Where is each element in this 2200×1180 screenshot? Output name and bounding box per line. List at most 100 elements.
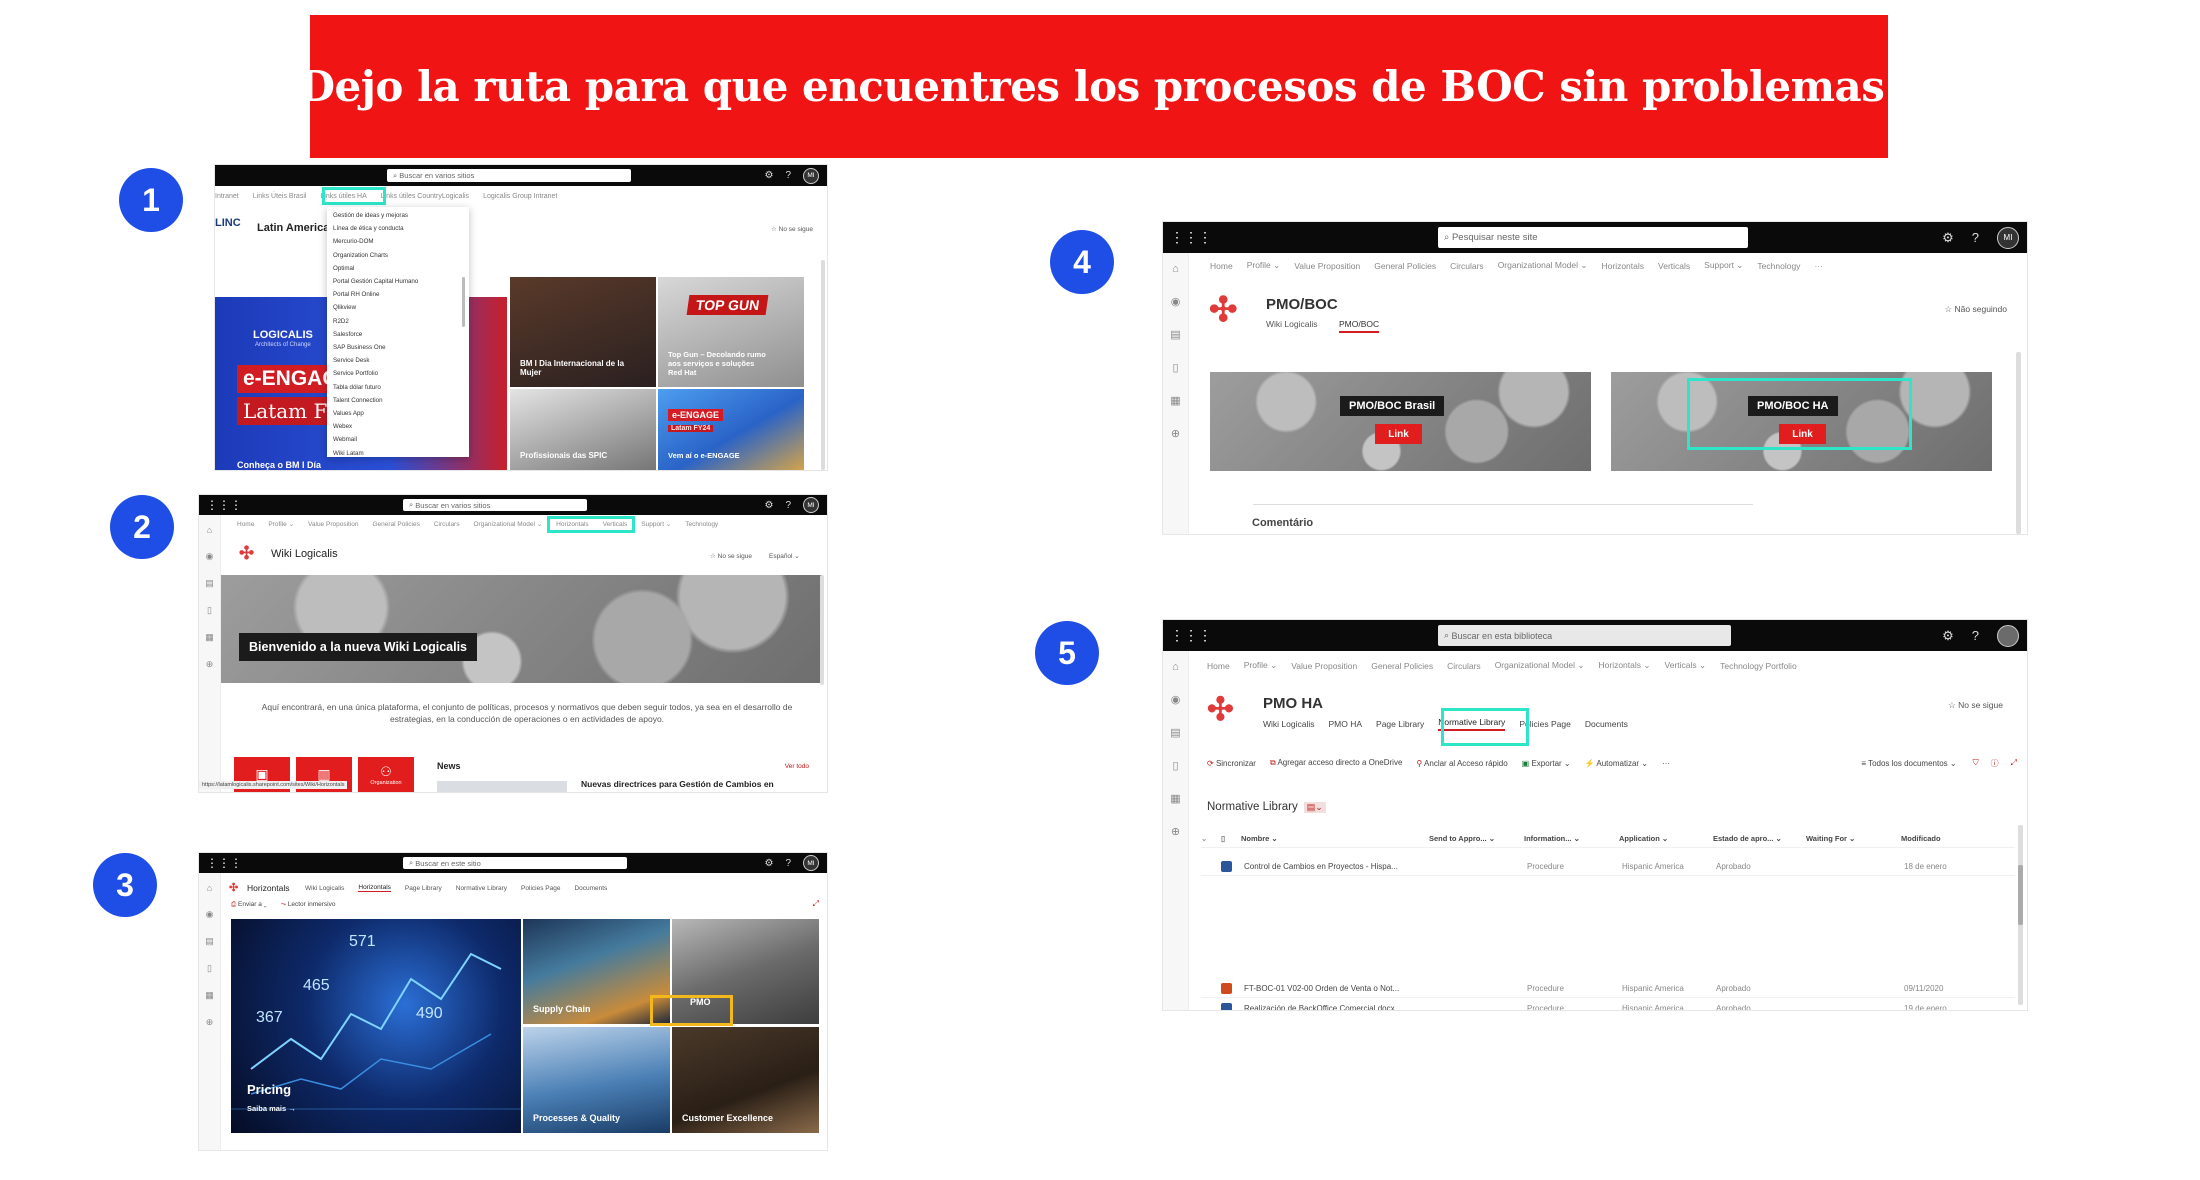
list-icon[interactable]: ▦ [205,632,214,643]
quick-link-tile-organization[interactable]: ⚇ Organization [358,757,414,792]
search-input[interactable]: ⌕ Buscar en este sitio [403,857,627,869]
col-header[interactable]: Modificado [1901,834,1941,843]
export-button[interactable]: ▣ Exportar ⌄ [1522,759,1571,768]
news-tile[interactable]: BM I Dia Internacional de la Mujer [510,277,656,387]
nav-item[interactable]: Documents [1585,719,1628,729]
dropdown-item[interactable]: Qlikview [333,301,463,314]
sync-button[interactable]: ⟳ Sincronizar [1207,759,1256,768]
view-selector[interactable]: ≡ Todos los documentos ⌄ [1861,759,1956,768]
dropdown-item[interactable]: Línea de ética y conducta [333,222,463,235]
dropdown-item[interactable]: Tabla dólar futuro [333,381,463,394]
nav-item[interactable]: Circulars [1450,261,1484,271]
nav-item[interactable]: Technology Portfolio [1720,661,1797,671]
nav-item[interactable]: Wiki Logicalis [1263,719,1315,729]
news-tile[interactable]: e-ENGAGE Latam FY24 Vem aí o e-ENGAGE [658,389,804,470]
dropdown-item[interactable]: Webmail [333,433,463,446]
follow-button[interactable]: ☆ No se sigue [710,552,752,560]
nav-item[interactable]: Verticals [1658,261,1690,271]
nav-item[interactable]: Organizational Model ⌄ [1495,660,1585,671]
dropdown-item[interactable]: R2D2 [333,315,463,328]
table-row[interactable]: Control de Cambios en Proyectos - Hispa.… [1201,858,2015,876]
page-scrollbar[interactable] [2016,352,2021,534]
nav-item[interactable]: Support ⌄ [641,520,671,528]
filter-icon[interactable]: ⛉ [1973,758,1979,768]
dropdown-scrollbar[interactable] [462,277,465,327]
follow-button[interactable]: ☆ No se sigue [1948,700,2003,711]
col-header[interactable]: Application ⌄ [1619,834,1713,843]
subnav-item[interactable]: Wiki Logicalis [1266,319,1318,329]
app-launcher-icon[interactable]: ⋮⋮⋮ [206,498,242,512]
subnav-item-active[interactable]: PMO/BOC [1339,319,1380,333]
dropdown-item[interactable]: Salesforce [333,328,463,341]
col-header[interactable]: Information... ⌄ [1524,834,1619,843]
dropdown-item[interactable]: Service Portfolio [333,367,463,380]
nav-item[interactable]: Home [1207,661,1230,671]
table-row[interactable]: FT-BOC-01 V02-00 Orden de Venta o Not...… [1201,980,2015,998]
see-all-link[interactable]: Ver todo [785,763,809,770]
help-icon[interactable]: ? [785,170,791,181]
dropdown-item[interactable]: Optimal [333,262,463,275]
nav-item[interactable]: General Policies [1371,661,1433,671]
gear-icon[interactable]: ⚙ [764,858,773,869]
expand-icon[interactable]: ⤢ [813,899,819,909]
nav-item[interactable]: Intranet [215,193,239,200]
col-header[interactable]: Send to Appro... ⌄ [1429,834,1524,843]
feed-icon[interactable]: ▤ [1170,328,1180,341]
news-thumbnail[interactable] [437,781,567,792]
immersive-reader-button[interactable]: ⤳ Lector inmersivo [281,901,336,909]
doc-icon[interactable]: ▯ [207,963,212,974]
search-input[interactable]: ⌕ Buscar en esta biblioteca [1438,625,1731,646]
add-icon[interactable]: ⊕ [1171,427,1180,440]
file-type-icon[interactable]: ▯ [1221,834,1241,843]
tile-more-link[interactable]: Saiba mais → [247,1104,296,1113]
language-selector[interactable]: Español ⌄ [769,552,800,560]
doc-icon[interactable]: ▯ [207,605,212,616]
globe-icon[interactable]: ◉ [206,909,214,920]
expand-icon[interactable]: ⤢ [2011,758,2017,768]
gear-icon[interactable]: ⚙ [764,170,773,181]
link-button[interactable]: Link [1375,424,1422,444]
dropdown-item[interactable]: Portal RH Online [333,288,463,301]
nav-item[interactable]: Value Proposition [1291,661,1357,671]
nav-item[interactable]: Horizontals [1602,261,1645,271]
page-scrollbar-thumb[interactable] [2018,865,2023,925]
nav-item[interactable]: General Policies [373,521,420,528]
dropdown-item[interactable]: Gestión de ideas y mejoras [333,209,463,222]
nav-item[interactable]: Technology [685,521,718,528]
nav-item[interactable]: Verticals ⌄ [1665,660,1707,671]
nav-item[interactable]: Profile ⌄ [268,520,294,528]
dropdown-item[interactable]: Values App [333,407,463,420]
add-icon[interactable]: ⊕ [1171,825,1180,838]
card-pmo-boc-brasil[interactable]: PMO/BOC Brasil Link [1210,372,1591,471]
globe-icon[interactable]: ◉ [206,551,214,562]
list-icon[interactable]: ▦ [1170,394,1180,407]
dropdown-item[interactable]: Wiki Latam [333,447,463,457]
help-icon[interactable]: ? [785,500,791,511]
more-button[interactable]: ··· [1662,759,1670,768]
gear-icon[interactable]: ⚙ [1942,628,1954,644]
nav-item[interactable]: Documents [574,885,607,892]
avatar[interactable] [1997,624,2019,647]
avatar[interactable]: MI [803,497,819,513]
nav-item[interactable]: Technology [1757,261,1800,271]
tile-processes-quality[interactable]: Processes & Quality [523,1027,670,1133]
nav-item[interactable]: Circulars [1447,661,1481,671]
globe-icon[interactable]: ◉ [1171,693,1181,706]
nav-item[interactable]: Normative Library [456,885,507,892]
add-icon[interactable]: ⊕ [206,1017,214,1028]
news-tile[interactable]: Profissionais das SPIC [510,389,656,470]
doc-icon[interactable]: ▯ [1172,361,1178,374]
nav-item[interactable]: Support ⌄ [1704,260,1743,271]
search-input[interactable]: ⌕ Pesquisar neste site [1438,227,1748,248]
col-header[interactable]: Waiting For ⌄ [1806,834,1901,843]
automate-button[interactable]: ⚡ Automatizar ⌄ [1585,759,1648,768]
tile-supply-chain[interactable]: Supply Chain [523,919,670,1024]
follow-button[interactable]: ☆ Não seguindo [1945,304,2007,315]
avatar[interactable]: MI [1997,226,2019,249]
avatar[interactable]: MI [803,167,819,184]
search-input[interactable]: ⌕ Buscar en varios sitios [403,499,587,511]
avatar[interactable]: MI [803,855,819,871]
tile-customer-excellence[interactable]: Customer Excellence [672,1027,819,1133]
list-icon[interactable]: ▦ [205,990,214,1001]
nav-item[interactable]: Home [1210,261,1233,271]
